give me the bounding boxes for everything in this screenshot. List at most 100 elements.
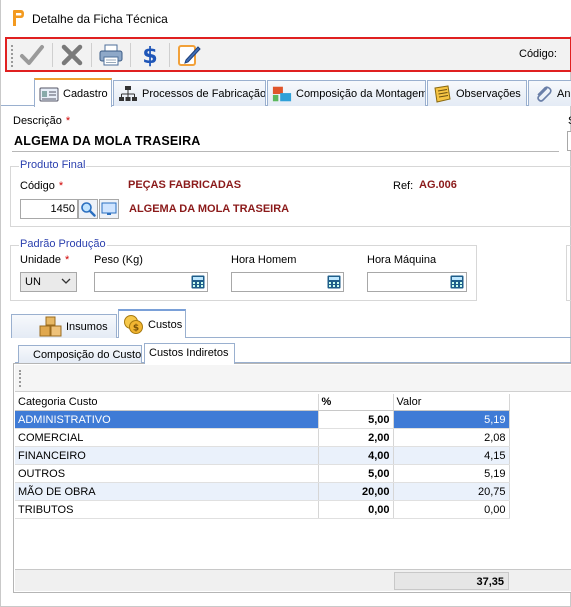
cell-valor: 0,00 (393, 500, 510, 519)
unidade-label: Unidade * (20, 254, 70, 266)
printer-icon (99, 44, 123, 65)
ref-value: AG.006 (419, 179, 457, 191)
view-product-button[interactable] (99, 199, 119, 219)
hora-homem-label: Hora Homem (231, 254, 297, 266)
column-header-categoria[interactable]: Categoria Custo (15, 394, 319, 411)
descricao-field[interactable]: ALGEMA DA MOLA TRASEIRA (14, 134, 201, 148)
cell-percent[interactable]: 0,00 (318, 500, 394, 519)
hora-maquina-label: Hora Máquina (367, 254, 437, 266)
edit-icon (178, 44, 201, 66)
search-product-button[interactable] (78, 199, 98, 219)
main-tabs: Cadastro Processos de Fabricação Composi… (1, 78, 571, 107)
cell-categoria[interactable]: MÃO DE OBRA (15, 482, 319, 501)
table-row[interactable]: COMERCIAL 2,00 2,08 (15, 428, 510, 447)
column-header-percent[interactable]: % (318, 394, 394, 411)
toolbar-separator (169, 43, 170, 67)
cell-categoria[interactable]: OUTROS (15, 464, 319, 483)
table-row[interactable]: OUTROS 5,00 5,19 (15, 464, 510, 483)
calculator-icon[interactable] (327, 275, 341, 289)
coins-icon: $ (124, 314, 143, 334)
cell-percent[interactable]: 4,00 (318, 446, 394, 465)
title-bar: Detalhe da Ficha Técnica (1, 0, 571, 36)
cell-valor: 2,08 (393, 428, 510, 447)
tab-composicao-custo[interactable]: Composição do Custo (18, 345, 142, 363)
ref-label: Ref: (393, 180, 414, 192)
table-row[interactable]: TRIBUTOS 0,00 0,00 (15, 500, 510, 519)
total-valor: 37,35 (394, 572, 509, 590)
cell-valor: 5,19 (393, 410, 510, 429)
descricao-label: Descrição * (13, 115, 71, 127)
tab-composicao-montagem[interactable]: Composição da Montagem (267, 80, 426, 106)
tab-custos[interactable]: $ Custos (118, 309, 186, 338)
sub-tabs: Insumos $ Custos (11, 308, 571, 338)
codigo-input[interactable]: 1450 (20, 199, 78, 219)
required-marker: * (64, 254, 70, 266)
dollar-icon: $ (142, 44, 157, 68)
flowchart-icon (119, 85, 137, 101)
tab-label: Processos de Fabricação (142, 87, 266, 100)
print-button[interactable] (94, 40, 128, 69)
produto-final-title: Produto Final (19, 159, 87, 171)
tab-label: Cadastro (63, 87, 108, 100)
product-group-value: PEÇAS FABRICADAS (128, 179, 242, 191)
tab-label: An (557, 87, 571, 100)
custos-indiretos-grid: Categoria Custo % Valor ADMINISTRATIVO 5,… (13, 363, 571, 593)
paperclip-icon (537, 85, 552, 102)
table-row[interactable]: ADMINISTRATIVO 5,00 5,19 (15, 410, 510, 429)
calculator-icon[interactable] (450, 275, 464, 289)
tab-observacoes[interactable]: Observações (427, 80, 527, 106)
id-card-icon (39, 87, 59, 101)
toolbar-grip[interactable] (11, 45, 13, 67)
unidade-select[interactable]: UN (20, 272, 77, 292)
main-toolbar: $ Código: (5, 37, 571, 72)
prices-button[interactable]: $ (133, 40, 167, 69)
table-row[interactable]: FINANCEIRO 4,00 4,15 (15, 446, 510, 465)
tab-label: Observações (456, 87, 521, 100)
tab-label: Composição da Montagem (296, 87, 426, 100)
cell-categoria[interactable]: TRIBUTOS (15, 500, 319, 519)
cell-percent[interactable]: 2,00 (318, 428, 394, 447)
toolbar-separator (130, 43, 131, 67)
cell-valor: 20,75 (393, 482, 510, 501)
checkmark-icon (20, 44, 44, 65)
tab-label: Custos (148, 318, 183, 331)
window-title: Detalhe da Ficha Técnica (32, 12, 168, 26)
peso-input[interactable] (94, 272, 208, 292)
table-header-row: Categoria Custo % Valor (15, 394, 510, 411)
cell-percent[interactable]: 5,00 (318, 410, 394, 429)
required-marker: * (65, 115, 71, 127)
edit-button[interactable] (172, 40, 206, 69)
tab-processos-fabricacao[interactable]: Processos de Fabricação (113, 80, 266, 106)
svg-text:$: $ (142, 44, 157, 68)
chevron-down-icon (61, 278, 71, 284)
hora-homem-input[interactable] (231, 272, 344, 292)
column-header-valor[interactable]: Valor (393, 394, 510, 411)
tab-label: Insumos (66, 320, 108, 333)
toolbar-grip[interactable] (19, 370, 21, 387)
cost-table: Categoria Custo % Valor ADMINISTRATIVO 5,… (15, 394, 510, 519)
hora-maquina-input[interactable] (367, 272, 467, 292)
descricao-underline (12, 151, 559, 152)
table-row[interactable]: MÃO DE OBRA 20,00 20,75 (15, 482, 510, 501)
padrao-producao-title: Padrão Produção (19, 238, 107, 250)
cell-percent[interactable]: 20,00 (318, 482, 394, 501)
cell-percent[interactable]: 5,00 (318, 464, 394, 483)
calculator-icon[interactable] (191, 275, 205, 289)
tab-insumos[interactable]: Insumos (11, 314, 117, 338)
product-name-value: ALGEMA DA MOLA TRASEIRA (129, 203, 290, 215)
cell-categoria[interactable]: FINANCEIRO (15, 446, 319, 465)
code-label: Código: (519, 48, 557, 60)
cell-categoria[interactable]: ADMINISTRATIVO (15, 410, 319, 429)
svg-text:$: $ (133, 323, 139, 333)
cancel-button[interactable] (55, 40, 89, 69)
s-field[interactable] (567, 131, 571, 151)
ficha-tecnica-window: Detalhe da Ficha Técnica $ Código: Cadas… (0, 0, 571, 607)
app-logo-icon (13, 10, 24, 26)
tab-custos-indiretos[interactable]: Custos Indiretos (144, 343, 235, 364)
confirm-button[interactable] (15, 40, 49, 69)
cell-categoria[interactable]: COMERCIAL (15, 428, 319, 447)
cell-valor: 4,15 (393, 446, 510, 465)
tab-cadastro[interactable]: Cadastro (34, 78, 112, 107)
search-icon (81, 202, 96, 217)
tab-anexos[interactable]: An (528, 80, 571, 106)
